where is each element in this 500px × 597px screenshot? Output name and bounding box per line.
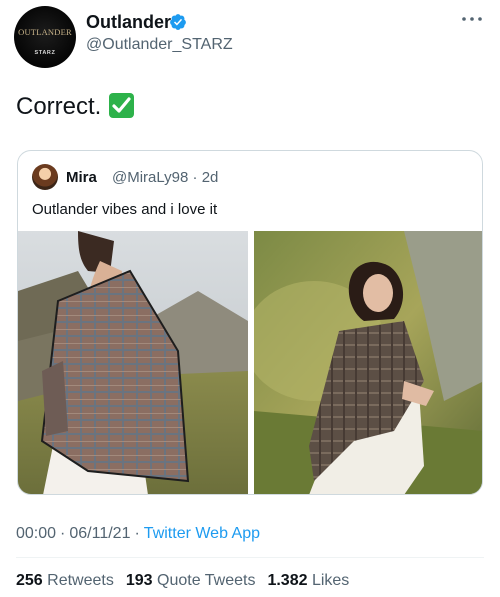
tweet-text-content: Correct. bbox=[16, 93, 102, 120]
quoted-author-name: Mira bbox=[66, 169, 97, 186]
source-separator: · bbox=[134, 525, 140, 542]
retweets-stat[interactable]: 256 Retweets bbox=[16, 572, 114, 589]
quoted-author-handle: @MiraLy98 bbox=[112, 169, 189, 186]
verified-badge-icon bbox=[170, 14, 186, 30]
quote-tweets-count: 193 bbox=[125, 572, 153, 589]
quoted-author-meta: @MiraLy98 · 2d bbox=[112, 169, 218, 186]
avatar-logo-subtext: STARZ bbox=[34, 50, 56, 56]
likes-count: 1.382 bbox=[267, 572, 308, 589]
author-avatar[interactable]: OUTLANDER STARZ bbox=[14, 6, 76, 68]
avatar-logo-text: OUTLANDER bbox=[18, 27, 72, 37]
tweet-card: OUTLANDER STARZ Outlander @Outlander_STA… bbox=[0, 0, 500, 597]
quoted-time-ago: 2d bbox=[201, 169, 219, 186]
tweet-date[interactable]: 06/11/21 bbox=[69, 525, 130, 542]
check-mark-emoji-icon bbox=[109, 93, 135, 118]
more-options-icon[interactable] bbox=[460, 12, 484, 26]
retweets-label: Retweets bbox=[47, 572, 114, 589]
quoted-photo-left[interactable] bbox=[18, 231, 248, 495]
tweet-time[interactable]: 00:00 bbox=[16, 525, 56, 542]
tweet-timestamp: 00:00 · 06/11/21 · Twitter Web App bbox=[16, 525, 260, 543]
quote-tweets-stat[interactable]: 193 Quote Tweets bbox=[126, 572, 256, 589]
likes-label: Likes bbox=[311, 572, 350, 589]
author-handle[interactable]: @Outlander_STARZ bbox=[86, 36, 233, 54]
tweet-text: Correct. bbox=[16, 93, 135, 121]
quoted-tweet-text: Outlander vibes and i love it bbox=[32, 201, 218, 218]
stats-divider bbox=[16, 557, 484, 558]
likes-stat[interactable]: 1.382 Likes bbox=[267, 572, 349, 589]
timestamp-separator: · bbox=[60, 525, 66, 542]
quoted-meta-separator: · bbox=[192, 169, 198, 186]
engagement-stats: 256 Retweets 193 Quote Tweets 1.382 Likes bbox=[16, 572, 349, 590]
quoted-photo-right[interactable] bbox=[254, 231, 483, 495]
quote-tweets-label: Quote Tweets bbox=[157, 572, 256, 589]
quoted-author-avatar[interactable] bbox=[32, 164, 58, 190]
author-display-name[interactable]: Outlander bbox=[86, 12, 171, 33]
tweet-source-link[interactable]: Twitter Web App bbox=[144, 525, 260, 542]
retweets-count: 256 bbox=[16, 572, 43, 589]
quoted-tweet[interactable]: Mira @MiraLy98 · 2d Outlander vibes and … bbox=[17, 150, 483, 495]
